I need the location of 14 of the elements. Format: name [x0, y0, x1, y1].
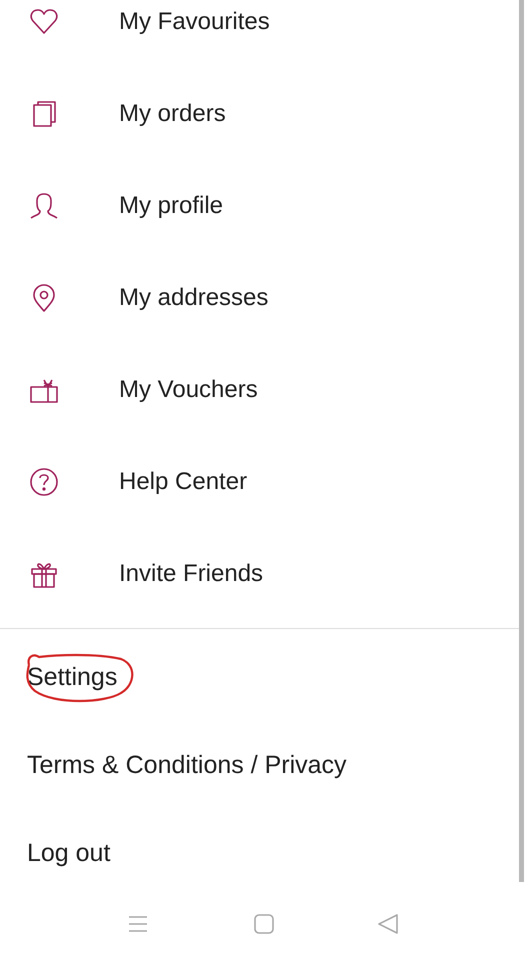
person-icon — [29, 191, 59, 221]
menu-item[interactable]: My Vouchers — [119, 376, 258, 404]
menu-item[interactable]: Terms & Conditions / Privacy — [27, 750, 347, 780]
heart-icon — [29, 7, 59, 37]
menu-item[interactable]: Log out — [27, 838, 110, 868]
menu-item[interactable]: Invite Friends — [119, 560, 264, 588]
menu-item[interactable]: Help Center — [119, 468, 248, 496]
question-mark-icon — [29, 467, 59, 497]
menu-item[interactable]: My orders — [119, 100, 226, 128]
menu-item[interactable]: My profile — [119, 192, 224, 220]
menu-item[interactable]: My addresses — [119, 284, 268, 312]
home-square-icon[interactable] — [252, 912, 276, 936]
back-icon[interactable] — [376, 912, 400, 936]
menu-item[interactable]: My Favourites — [119, 8, 270, 36]
